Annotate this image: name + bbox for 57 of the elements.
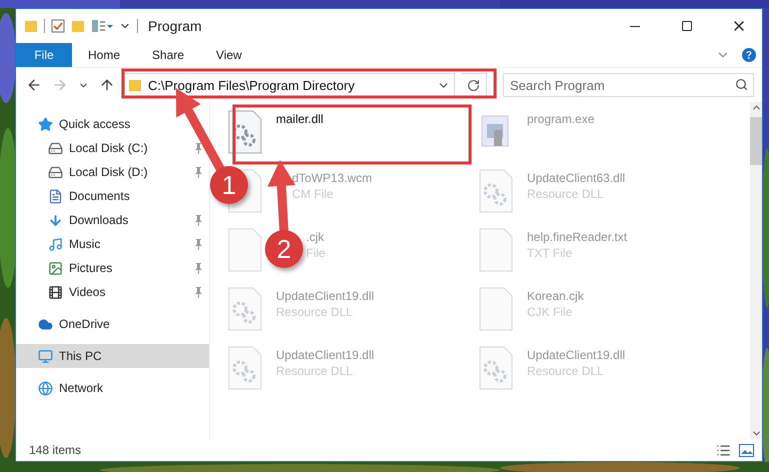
- picture-icon: [48, 260, 63, 276]
- settings-file-icon: [228, 110, 262, 154]
- search-icon: [735, 78, 748, 91]
- file-icon: [479, 287, 513, 331]
- large-icons-view-icon[interactable]: [739, 444, 754, 456]
- file-icon: [228, 228, 262, 272]
- search-field[interactable]: Search Program: [503, 73, 754, 97]
- file-name[interactable]: mailer.dll: [276, 112, 324, 126]
- pin-icon: [194, 214, 203, 226]
- document-icon: [48, 188, 63, 204]
- navigation-item[interactable]: Downloads: [16, 208, 209, 232]
- ribbon-tab[interactable]: View: [200, 43, 258, 67]
- cloud-icon: [38, 316, 53, 332]
- ribbon-tab[interactable]: Home: [72, 43, 136, 67]
- navigation-item[interactable]: Local Disk (C:): [16, 136, 209, 160]
- navigation-item[interactable]: Quick access: [16, 112, 209, 136]
- refresh-button[interactable]: [461, 73, 487, 97]
- drive-icon: [48, 140, 63, 156]
- navigation-item[interactable]: OneDrive: [16, 312, 209, 336]
- pin-icon: [194, 286, 203, 298]
- properties-icon: [91, 19, 113, 33]
- navigation-item[interactable]: This PC: [16, 344, 209, 368]
- item-count: 148 items: [29, 443, 82, 457]
- pin-icon: [194, 238, 203, 250]
- network-icon: [38, 380, 53, 396]
- navigation-item[interactable]: Local Disk (D:): [16, 160, 209, 184]
- star-icon: [38, 116, 53, 132]
- folder-icon: [24, 19, 38, 33]
- monitor-icon: [38, 348, 53, 364]
- settings-file-icon: [479, 169, 513, 213]
- music-note-icon: [48, 236, 63, 252]
- scrollbar[interactable]: [750, 102, 762, 439]
- navigation-item[interactable]: Documents: [16, 184, 209, 208]
- maximize-icon: [681, 20, 693, 32]
- help-icon[interactable]: [742, 48, 756, 62]
- navigation-item[interactable]: Music: [16, 232, 209, 256]
- settings-file-icon: [479, 346, 513, 390]
- checklist-icon: [51, 19, 65, 33]
- folder-icon: [71, 19, 85, 33]
- drive-icon: [48, 164, 63, 180]
- settings-file-icon: [228, 346, 262, 390]
- navigation-item[interactable]: Pictures: [16, 256, 209, 280]
- window-title: Program: [148, 18, 203, 34]
- film-icon: [48, 284, 63, 300]
- download-icon: [48, 212, 63, 228]
- scroll-thumb[interactable]: [750, 117, 762, 165]
- details-view-icon[interactable]: [716, 442, 731, 458]
- refresh-icon: [467, 78, 480, 92]
- pin-icon: [194, 166, 203, 178]
- navigation-item[interactable]: Videos: [16, 280, 209, 304]
- pin-icon: [194, 142, 203, 154]
- folder-icon: [128, 78, 142, 92]
- pin-icon: [194, 262, 203, 274]
- file-icon: [479, 228, 513, 272]
- navigation-item[interactable]: Network: [16, 376, 209, 400]
- ribbon-tab[interactable]: Share: [136, 43, 200, 67]
- settings-file-icon: [228, 287, 262, 331]
